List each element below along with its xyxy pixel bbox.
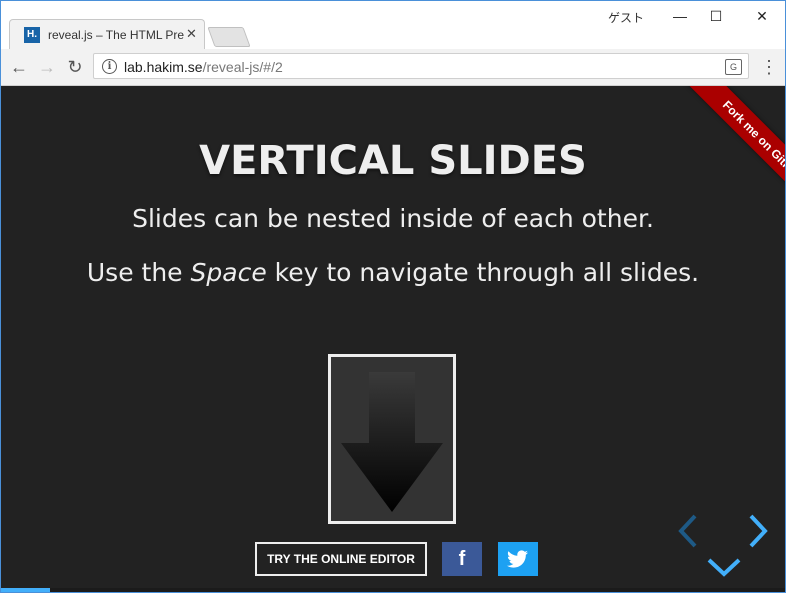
down-arrow-image: [328, 354, 456, 524]
nav-controls-svg: [678, 514, 768, 577]
close-window-icon[interactable]: ✕: [745, 5, 779, 27]
url-host: lab.hakim.se: [124, 59, 203, 75]
down-arrow-icon: [331, 357, 453, 521]
maximize-icon[interactable]: ☐: [699, 5, 733, 27]
new-tab-button[interactable]: [207, 27, 251, 47]
try-online-editor-button[interactable]: TRY THE ONLINE EDITOR: [255, 542, 427, 576]
minimize-icon[interactable]: —: [663, 5, 697, 27]
line2-emphasis: Space: [190, 258, 267, 287]
nav-left-icon[interactable]: [678, 514, 697, 548]
navigation-controls: [673, 510, 773, 590]
forward-arrow-icon[interactable]: →: [35, 55, 59, 79]
slide-viewport: Fork me on GitHub VERTICAL SLIDES Slides…: [1, 86, 785, 592]
facebook-share-button[interactable]: f: [442, 542, 482, 576]
translate-icon[interactable]: G: [725, 59, 742, 75]
reload-icon[interactable]: ↻: [63, 55, 87, 79]
progress-fill: [1, 588, 50, 592]
twitter-bird-icon: [507, 550, 528, 568]
toolbar: ← → ↻ i lab.hakim.se/reveal-js/#/2 G ⋮: [1, 49, 785, 86]
tab-title: reveal.js – The HTML Pres: [48, 28, 184, 42]
favicon-icon: H.: [24, 27, 40, 43]
nav-right-icon[interactable]: [749, 514, 768, 548]
url-path: /reveal-js/#/2: [202, 59, 283, 75]
back-arrow-icon[interactable]: ←: [7, 55, 31, 79]
browser-window: H. reveal.js – The HTML Pres ✕ ゲスト — ☐ ✕…: [0, 0, 786, 593]
guest-profile-label[interactable]: ゲスト: [608, 9, 644, 26]
progress-bar: [1, 588, 785, 592]
slide-text-line-1: Slides can be nested inside of each othe…: [132, 204, 654, 233]
address-bar[interactable]: i lab.hakim.se/reveal-js/#/2 G: [93, 53, 749, 79]
browser-tab[interactable]: H. reveal.js – The HTML Pres ✕: [9, 19, 205, 49]
url-text[interactable]: lab.hakim.se/reveal-js/#/2: [124, 59, 283, 75]
menu-icon[interactable]: ⋮: [759, 55, 779, 79]
info-icon[interactable]: i: [102, 59, 117, 74]
nav-down-icon[interactable]: [707, 558, 741, 577]
slide-text-line-2: Use the Space key to navigate through al…: [1, 258, 785, 287]
tab-close-icon[interactable]: ✕: [186, 26, 197, 42]
title-bar: H. reveal.js – The HTML Pres ✕ ゲスト — ☐ ✕: [1, 1, 785, 49]
line2-suffix: key to navigate through all slides.: [266, 258, 700, 287]
line2-prefix: Use the: [86, 258, 191, 287]
twitter-share-button[interactable]: [498, 542, 538, 576]
slide-title: VERTICAL SLIDES: [199, 138, 587, 184]
